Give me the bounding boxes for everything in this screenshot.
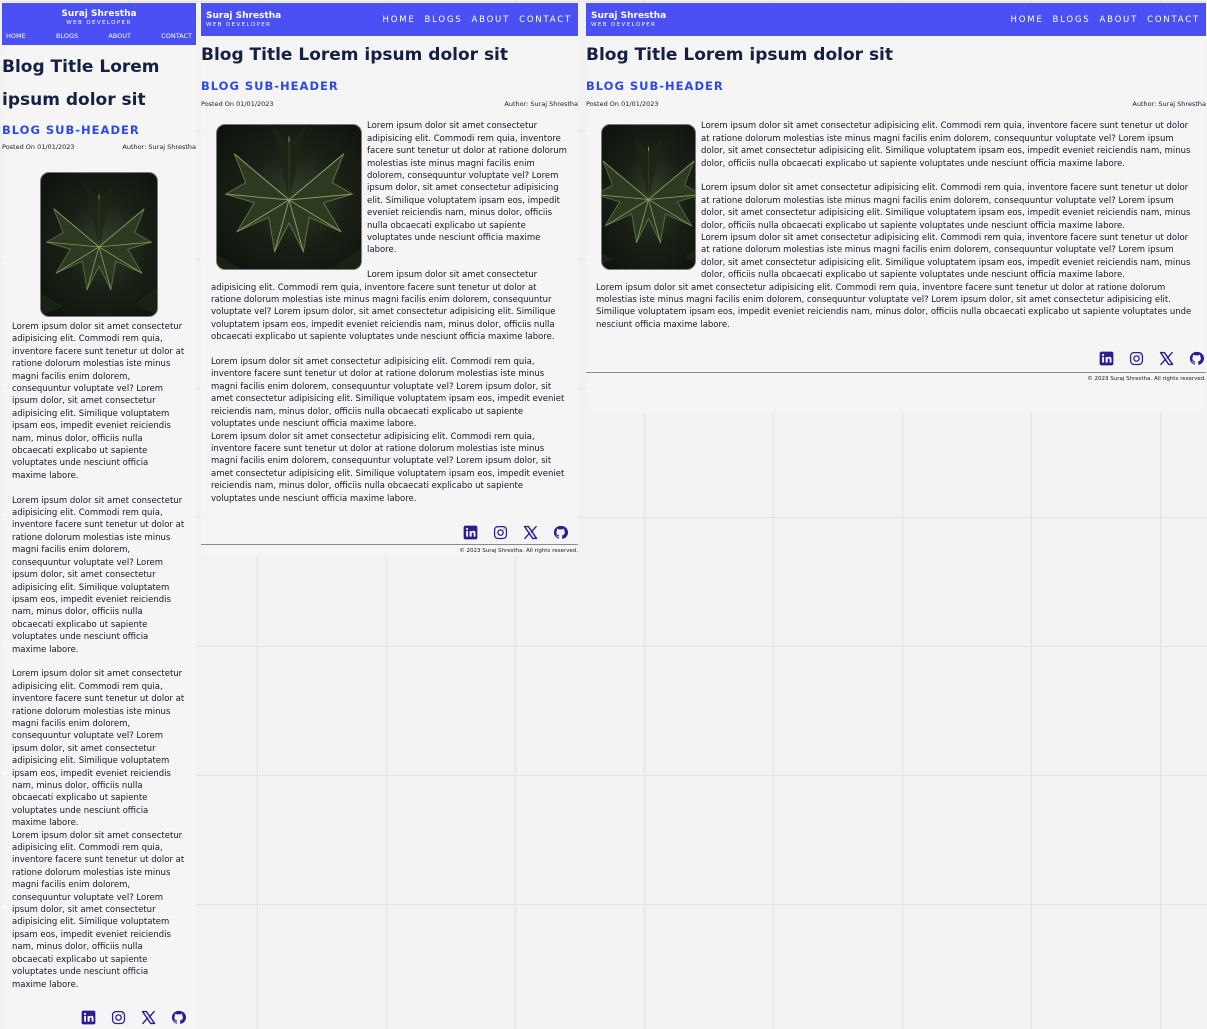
- blog-subheader: BLOG SUB-HEADER: [201, 79, 339, 94]
- nav-about[interactable]: ABOUT: [1099, 15, 1138, 25]
- site-header: Suraj Shrestha WEB DEVELOPER HOME BLOGS …: [586, 3, 1206, 36]
- brand-tagline: WEB DEVELOPER: [591, 21, 657, 28]
- blog-paragraph: Lorem ipsum dolor sit amet consectetur a…: [596, 282, 1192, 330]
- nav-contact[interactable]: CONTACT: [1147, 15, 1200, 25]
- blog-paragraph: Lorem ipsum dolor sit amet consectetur a…: [211, 357, 565, 430]
- github-icon[interactable]: [553, 525, 568, 540]
- copyright: © 2023 Suraj Shrestha. All rights reserv…: [459, 547, 578, 554]
- post-meta: Posted On 01/01/2023 Author: Suraj Shres…: [2, 143, 196, 151]
- site-header: Suraj Shrestha WEB DEVELOPER HOME BLOGS …: [201, 3, 578, 36]
- nav-contact[interactable]: CONTACT: [161, 32, 192, 40]
- x-icon[interactable]: [141, 1010, 156, 1025]
- brand-tagline: WEB DEVELOPER: [66, 19, 132, 26]
- blog-title: Blog Title Lorem ipsum dolor sit: [586, 45, 894, 65]
- linkedin-icon[interactable]: [81, 1010, 96, 1025]
- blog-subheader: BLOG SUB-HEADER: [586, 79, 724, 94]
- blog-paragraph: Lorem ipsum dolor sit amet consectetur a…: [211, 270, 556, 343]
- github-icon[interactable]: [1189, 351, 1204, 366]
- author: Author: Suraj Shrestha: [504, 100, 578, 109]
- instagram-icon[interactable]: [1129, 351, 1144, 366]
- brand-name: Suraj Shrestha: [206, 10, 282, 21]
- blog-paragraph: Lorem ipsum dolor sit amet consectetur a…: [12, 669, 185, 829]
- brand[interactable]: Suraj Shrestha WEB DEVELOPER: [591, 11, 666, 28]
- nav-home[interactable]: HOME: [1011, 15, 1044, 25]
- nav-home[interactable]: HOME: [6, 32, 26, 40]
- posted-date: Posted On 01/01/2023: [201, 100, 274, 109]
- instagram-icon[interactable]: [493, 525, 508, 540]
- main-nav: HOME BLOGS ABOUT CONTACT: [2, 26, 196, 40]
- brand-name: Suraj Shrestha: [61, 9, 137, 19]
- x-icon[interactable]: [523, 525, 538, 540]
- site-header: Suraj Shrestha WEB DEVELOPER HOME BLOGS …: [2, 3, 196, 45]
- desktop-viewport: Suraj Shrestha WEB DEVELOPER HOME BLOGS …: [586, 3, 1206, 413]
- copyright: © 2023 Suraj Shrestha. All rights reserv…: [1087, 376, 1206, 383]
- brand[interactable]: Suraj Shrestha WEB DEVELOPER: [2, 9, 196, 26]
- blog-image: [40, 172, 158, 317]
- blog-title: Blog Title Lorem ipsum dolor sit: [2, 57, 160, 110]
- social-links: [586, 351, 1206, 366]
- nav-blogs[interactable]: BLOGS: [56, 32, 78, 40]
- brand-tagline: WEB DEVELOPER: [206, 21, 272, 28]
- main-nav: HOME BLOGS ABOUT CONTACT: [374, 15, 572, 25]
- blog-paragraph: Lorem ipsum dolor sit amet consectetur a…: [12, 830, 185, 990]
- blog-image: [601, 124, 696, 271]
- post-meta: Posted On 01/01/2023 Author: Suraj Shres…: [201, 100, 578, 108]
- nav-blogs[interactable]: BLOGS: [425, 15, 463, 25]
- tablet-viewport: Suraj Shrestha WEB DEVELOPER HOME BLOGS …: [201, 3, 578, 556]
- nav-contact[interactable]: CONTACT: [519, 15, 572, 25]
- mobile-viewport: Suraj Shrestha WEB DEVELOPER HOME BLOGS …: [2, 3, 196, 1029]
- brand[interactable]: Suraj Shrestha WEB DEVELOPER: [206, 11, 281, 28]
- nav-about[interactable]: ABOUT: [108, 32, 131, 40]
- blog-title: Blog Title Lorem ipsum dolor sit: [201, 45, 509, 65]
- main-nav: HOME BLOGS ABOUT CONTACT: [1002, 15, 1200, 25]
- author: Author: Suraj Shrestha: [1132, 100, 1206, 109]
- social-links: [201, 525, 578, 540]
- nav-home[interactable]: HOME: [383, 15, 416, 25]
- posted-date: Posted On 01/01/2023: [2, 143, 75, 151]
- blog-paragraph: Lorem ipsum dolor sit amet consectetur a…: [211, 431, 565, 504]
- social-links: [2, 1010, 196, 1025]
- linkedin-icon[interactable]: [1099, 351, 1114, 366]
- instagram-icon[interactable]: [111, 1010, 126, 1025]
- blog-content: Lorem ipsum dolor sit amet consectetur a…: [201, 108, 578, 505]
- x-icon[interactable]: [1159, 351, 1174, 366]
- linkedin-icon[interactable]: [463, 525, 478, 540]
- nav-blogs[interactable]: BLOGS: [1053, 15, 1091, 25]
- nav-about[interactable]: ABOUT: [471, 15, 510, 25]
- blog-content: Lorem ipsum dolor sit amet consectetur a…: [586, 108, 1206, 331]
- footer-divider: [201, 543, 578, 545]
- blog-image: [216, 124, 362, 271]
- footer-divider: [586, 372, 1206, 374]
- layout-grid-canvas: Suraj Shrestha WEB DEVELOPER HOME BLOGS …: [0, 0, 1207, 1029]
- posted-date: Posted On 01/01/2023: [586, 100, 659, 109]
- blog-subheader: BLOG SUB-HEADER: [2, 123, 140, 137]
- post-meta: Posted On 01/01/2023 Author: Suraj Shres…: [586, 100, 1206, 108]
- blog-paragraph: Lorem ipsum dolor sit amet consectetur a…: [12, 495, 185, 655]
- brand-name: Suraj Shrestha: [591, 10, 667, 21]
- github-icon[interactable]: [171, 1010, 186, 1025]
- blog-paragraph: Lorem ipsum dolor sit amet consectetur a…: [12, 322, 185, 481]
- blog-content: Lorem ipsum dolor sit amet consectetur a…: [2, 317, 196, 991]
- author: Author: Suraj Shrestha: [122, 143, 196, 151]
